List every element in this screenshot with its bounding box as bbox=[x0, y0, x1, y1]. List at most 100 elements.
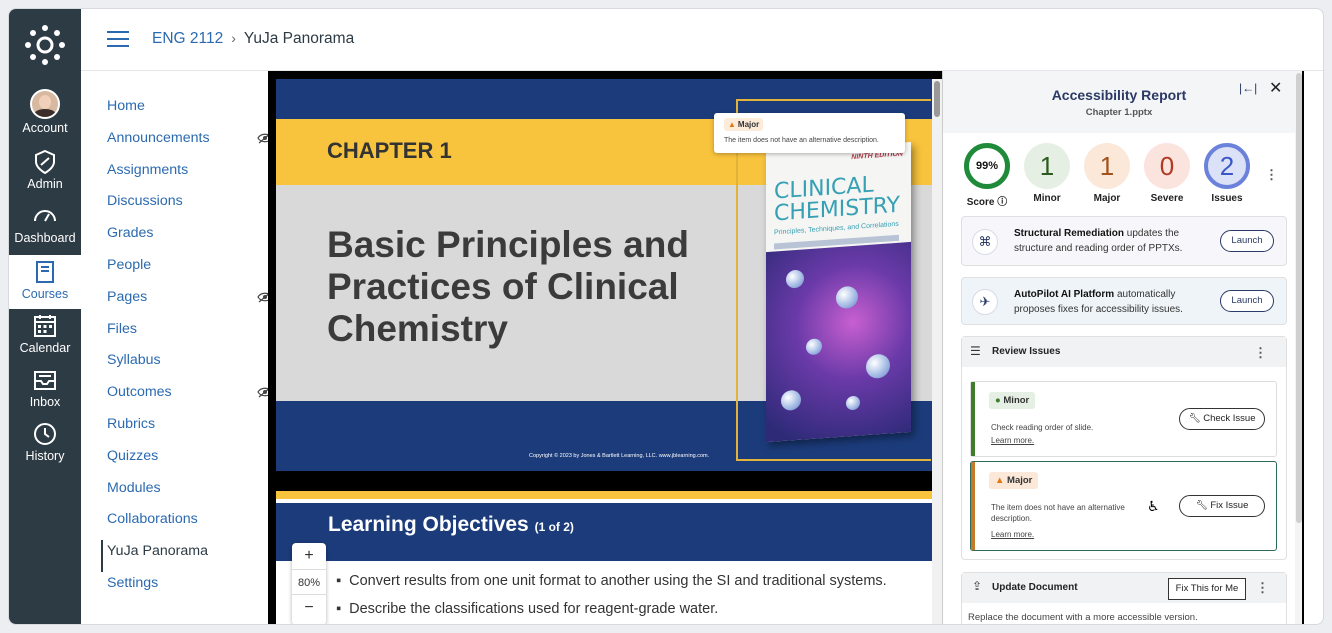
nav-calendar[interactable]: Calendar bbox=[9, 309, 81, 363]
book-icon bbox=[36, 261, 54, 283]
course-nav-label: Collaborations bbox=[107, 511, 198, 528]
course-nav-grades[interactable]: Grades bbox=[101, 222, 261, 254]
nav-admin[interactable]: Admin bbox=[9, 145, 81, 199]
learn-more-link[interactable]: Learn more. bbox=[991, 530, 1034, 539]
issue-description: The item does not have an alternative de… bbox=[991, 503, 1125, 523]
slide-1: CHAPTER 1 Basic Principles and Practices… bbox=[276, 79, 932, 471]
course-nav-label: YuJa Panorama bbox=[107, 543, 208, 560]
course-nav-discussions[interactable]: Discussions bbox=[101, 190, 261, 222]
accessibility-panel: Accessibility Report Chapter 1.pptx |←| … bbox=[942, 71, 1302, 624]
upload-icon: ⇪ bbox=[972, 579, 983, 593]
nav-label: Admin bbox=[27, 177, 63, 191]
issue-card-minor[interactable]: ● Minor Check reading order of slide. Le… bbox=[970, 381, 1277, 457]
course-nav-home[interactable]: Home bbox=[101, 95, 261, 127]
score-ring: 99% bbox=[964, 143, 1010, 189]
course-nav-label: Pages bbox=[107, 288, 148, 305]
collapse-panel-icon[interactable]: |←| bbox=[1239, 81, 1257, 95]
bullet-item: Describe the classifications used for re… bbox=[336, 601, 887, 617]
breadcrumb-separator: › bbox=[231, 30, 236, 46]
course-nav: Home Announcements Assignments Discussio… bbox=[101, 95, 273, 604]
course-nav-announcements[interactable]: Announcements bbox=[101, 127, 273, 159]
issues-circle: 2 bbox=[1204, 143, 1250, 189]
severe-label: Severe bbox=[1150, 193, 1184, 204]
autopilot-text: AutoPilot AI Platform automatically prop… bbox=[1014, 289, 1183, 315]
fix-this-for-me-button[interactable]: Fix This for Me bbox=[1168, 578, 1246, 600]
course-nav-modules[interactable]: Modules bbox=[101, 477, 261, 509]
course-nav-settings[interactable]: Settings bbox=[101, 572, 261, 604]
global-nav: Account Admin Dashboard Courses Calendar… bbox=[9, 9, 81, 624]
course-nav-yuja-panorama[interactable]: YuJa Panorama bbox=[101, 540, 261, 572]
course-nav-label: Discussions bbox=[107, 193, 183, 210]
bullet-item: Convert results from one unit format to … bbox=[336, 573, 887, 589]
issue-tag-major[interactable]: ▲ Major The item does not have an alterna… bbox=[714, 113, 905, 153]
severe-count[interactable]: 0 Severe bbox=[1143, 143, 1191, 204]
browser-frame: Account Admin Dashboard Courses Calendar… bbox=[8, 8, 1324, 625]
course-nav-pages[interactable]: Pages bbox=[101, 286, 273, 318]
autopilot-launch-button[interactable]: Launch bbox=[1220, 290, 1274, 312]
issue-card-major[interactable]: ▲ Major The item does not have an altern… bbox=[970, 461, 1277, 551]
nav-dashboard[interactable]: Dashboard bbox=[9, 199, 81, 253]
nav-courses[interactable]: Courses bbox=[9, 255, 81, 309]
course-nav-syllabus[interactable]: Syllabus bbox=[101, 349, 261, 381]
autopilot-card: ✈ AutoPilot AI Platform automatically pr… bbox=[961, 277, 1287, 325]
zoom-out-button[interactable]: − bbox=[292, 595, 326, 621]
book-cover-art bbox=[766, 241, 911, 443]
info-icon[interactable]: ⓘ bbox=[997, 197, 1007, 208]
course-nav-label: Rubrics bbox=[107, 415, 156, 432]
nav-label: History bbox=[25, 449, 65, 463]
check-issue-button[interactable]: 🔧︎ Check Issue bbox=[1179, 408, 1265, 430]
clock-icon bbox=[34, 423, 56, 445]
structural-launch-button[interactable]: Launch bbox=[1220, 230, 1274, 252]
major-badge: ▲ Major bbox=[989, 472, 1039, 489]
issue-description: Check reading order of slide. bbox=[991, 423, 1094, 432]
course-nav-collaborations[interactable]: Collaborations bbox=[101, 508, 261, 540]
info-circle-icon: ● bbox=[995, 395, 1001, 406]
severity-stripe bbox=[971, 462, 975, 550]
breadcrumb-course-link[interactable]: ENG 2112 bbox=[152, 30, 223, 47]
learn-more-link[interactable]: Learn more. bbox=[991, 436, 1034, 445]
panel-scrollbar[interactable] bbox=[1295, 71, 1302, 624]
zoom-in-button[interactable]: + bbox=[292, 543, 326, 569]
warning-icon: ▲ bbox=[995, 475, 1005, 486]
minor-label: Minor bbox=[1033, 193, 1061, 204]
course-nav-assignments[interactable]: Assignments bbox=[101, 159, 261, 191]
hamburger-menu-icon[interactable] bbox=[107, 31, 129, 47]
slide-2-title-text: Learning Objectives bbox=[328, 513, 529, 536]
course-nav-label: Quizzes bbox=[107, 447, 159, 464]
course-nav-people[interactable]: People bbox=[101, 254, 261, 286]
nav-label: Inbox bbox=[29, 395, 61, 409]
fix-issue-button[interactable]: 🔧︎ Fix Issue bbox=[1179, 495, 1265, 517]
minor-count[interactable]: 1 Minor bbox=[1023, 143, 1071, 204]
scrollbar-thumb[interactable] bbox=[1296, 73, 1302, 523]
canvas-logo-icon[interactable] bbox=[25, 25, 65, 65]
course-nav-label: Outcomes bbox=[107, 384, 172, 401]
course-nav-files[interactable]: Files bbox=[101, 318, 261, 350]
severity-stripe bbox=[971, 382, 975, 456]
course-nav-outcomes[interactable]: Outcomes bbox=[101, 381, 273, 413]
issue-tag-text: The item does not have an alternative de… bbox=[724, 137, 879, 144]
nav-account[interactable]: Account bbox=[9, 87, 81, 141]
review-title: Review Issues bbox=[992, 346, 1061, 357]
update-description: Replace the document with a more accessi… bbox=[968, 612, 1198, 623]
issues-count[interactable]: 2 Issues bbox=[1203, 143, 1251, 204]
nav-history[interactable]: History bbox=[9, 417, 81, 471]
structural-remediation-card: ⌘ Structural Remediation updates the str… bbox=[961, 216, 1287, 266]
viewer-vertical-scrollbar[interactable] bbox=[932, 79, 942, 624]
update-more-icon[interactable]: ⋮ bbox=[1256, 580, 1269, 596]
document-viewer: CHAPTER 1 Basic Principles and Practices… bbox=[268, 71, 1304, 624]
course-nav-rubrics[interactable]: Rubrics bbox=[101, 413, 261, 445]
major-count[interactable]: 1 Major bbox=[1083, 143, 1131, 204]
book-cover-image[interactable]: NINTH EDITION CLINICAL CHEMISTRY Princip… bbox=[766, 141, 911, 443]
score-indicator[interactable]: 99% Score ⓘ bbox=[963, 143, 1011, 208]
review-more-icon[interactable]: ⋮ bbox=[1254, 345, 1267, 361]
more-options-icon[interactable]: ⋮ bbox=[1265, 167, 1278, 183]
nav-inbox[interactable]: Inbox bbox=[9, 363, 81, 417]
close-icon[interactable]: ✕ bbox=[1269, 78, 1282, 98]
scrollbar-thumb[interactable] bbox=[934, 81, 940, 117]
course-nav-label: Home bbox=[107, 98, 145, 114]
dashboard-icon bbox=[34, 210, 56, 222]
course-nav-label: Settings bbox=[107, 574, 159, 591]
slide-2-bullets: Convert results from one unit format to … bbox=[336, 573, 887, 624]
accessibility-icon[interactable]: ♿︎ bbox=[1147, 498, 1160, 515]
course-nav-quizzes[interactable]: Quizzes bbox=[101, 445, 261, 477]
